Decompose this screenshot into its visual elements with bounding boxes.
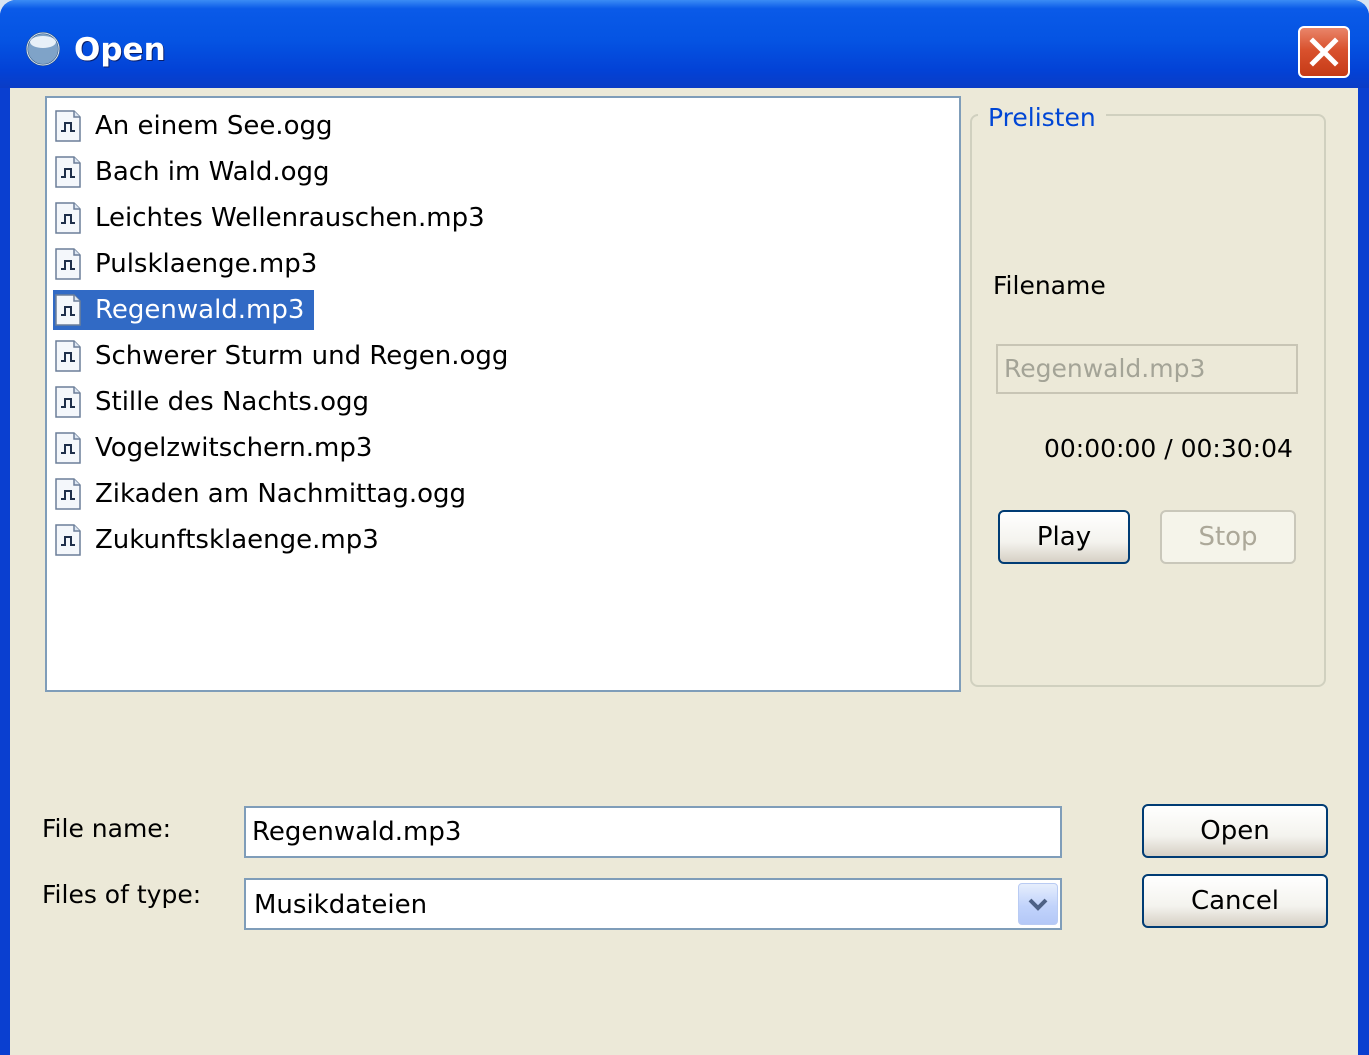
file-list-item[interactable]: Leichtes Wellenrauschen.mp3: [53, 198, 495, 238]
file-list-item[interactable]: Regenwald.mp3: [53, 290, 315, 330]
file-name-text: Pulsklaenge.mp3: [95, 249, 318, 279]
audio-file-icon: [53, 339, 83, 373]
file-name-text: Stille des Nachts.ogg: [95, 387, 370, 417]
prelisten-group: [970, 114, 1326, 687]
close-button[interactable]: [1298, 26, 1350, 78]
open-dialog: Open An einem See.ogg Bach im Wald.ogg Lei…: [0, 0, 1369, 1055]
files-of-type-label: Files of type:: [42, 880, 202, 909]
file-name-input[interactable]: Regenwald.mp3: [244, 806, 1062, 858]
file-list-item[interactable]: Stille des Nachts.ogg: [53, 382, 379, 422]
file-name-text: Vogelzwitschern.mp3: [95, 433, 373, 463]
prelisten-title: Prelisten: [978, 102, 1106, 134]
title-bar[interactable]: Open: [0, 0, 1369, 88]
file-list-item[interactable]: Pulsklaenge.mp3: [53, 244, 327, 284]
cancel-button[interactable]: Cancel: [1142, 874, 1328, 928]
file-list-item[interactable]: Zukunftsklaenge.mp3: [53, 520, 389, 560]
playback-time: 00:00:00 / 00:30:04: [1044, 434, 1293, 463]
file-list-item[interactable]: Vogelzwitschern.mp3: [53, 428, 382, 468]
file-list-item[interactable]: Zikaden am Nachmittag.ogg: [53, 474, 476, 514]
audio-file-icon: [53, 385, 83, 419]
file-name-text: Bach im Wald.ogg: [95, 157, 330, 187]
chevron-down-icon: [1028, 898, 1048, 911]
window-title: Open: [74, 32, 166, 68]
file-name-text: Zukunftsklaenge.mp3: [95, 525, 379, 555]
audio-file-icon: [53, 431, 83, 465]
file-name-label: File name:: [42, 814, 172, 843]
file-name-text: An einem See.ogg: [95, 111, 333, 141]
audio-file-icon: [53, 293, 83, 327]
app-globe-icon: [26, 32, 60, 66]
files-of-type-value: Musikdateien: [254, 890, 428, 920]
stop-button[interactable]: Stop: [1160, 510, 1296, 564]
file-name-text: Regenwald.mp3: [95, 295, 305, 325]
files-of-type-select[interactable]: Musikdateien: [244, 878, 1062, 930]
file-list[interactable]: An einem See.ogg Bach im Wald.ogg Leichtes…: [45, 96, 961, 692]
prelisten-filename-field: Regenwald.mp3: [996, 344, 1298, 394]
audio-file-icon: [53, 523, 83, 557]
open-button[interactable]: Open: [1142, 804, 1328, 858]
audio-file-icon: [53, 155, 83, 189]
audio-file-icon: [53, 201, 83, 235]
play-button[interactable]: Play: [998, 510, 1130, 564]
file-list-item[interactable]: An einem See.ogg: [53, 106, 343, 146]
file-list-item[interactable]: Schwerer Sturm und Regen.ogg: [53, 336, 518, 376]
dialog-client-area: An einem See.ogg Bach im Wald.ogg Leichtes…: [10, 88, 1358, 1055]
prelisten-filename-label: Filename: [993, 271, 1106, 300]
audio-file-icon: [53, 477, 83, 511]
file-list-item[interactable]: Bach im Wald.ogg: [53, 152, 340, 192]
dropdown-button[interactable]: [1018, 883, 1058, 925]
close-icon: [1309, 37, 1339, 67]
audio-file-icon: [53, 109, 83, 143]
file-name-text: Leichtes Wellenrauschen.mp3: [95, 203, 485, 233]
file-name-text: Zikaden am Nachmittag.ogg: [95, 479, 467, 509]
audio-file-icon: [53, 247, 83, 281]
file-name-text: Schwerer Sturm und Regen.ogg: [95, 341, 509, 371]
